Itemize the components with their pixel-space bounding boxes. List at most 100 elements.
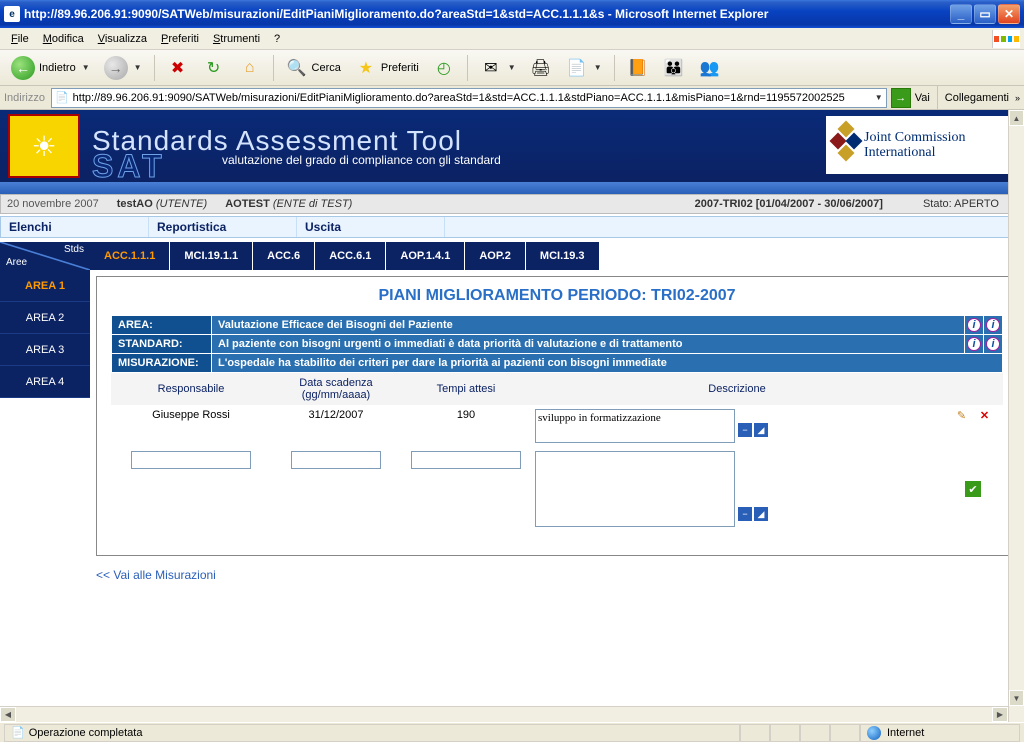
toolbar: ←Indietro▼ →▼ ✖ ↻ ⌂ 🔍Cerca ★Preferiti ◴ … bbox=[0, 50, 1024, 86]
col-scadenza: Data scadenza(gg/mm/aaaa) bbox=[271, 373, 401, 405]
vertical-scrollbar[interactable]: ▲ ▼ bbox=[1008, 110, 1024, 722]
tab-acc111[interactable]: ACC.1.1.1 bbox=[90, 242, 170, 270]
tab-aop2[interactable]: AOP.2 bbox=[465, 242, 526, 270]
jci-logo: Joint Commission International bbox=[826, 116, 1016, 174]
descrizione-textarea-new[interactable] bbox=[535, 451, 735, 527]
nav-uscita[interactable]: Uscita bbox=[297, 217, 445, 237]
textarea-minus-icon[interactable]: − bbox=[738, 423, 752, 437]
edit-icon[interactable]: ✎ bbox=[953, 409, 969, 425]
favorites-button[interactable]: ★Preferiti bbox=[350, 54, 424, 82]
ie-icon: e bbox=[4, 6, 20, 22]
textarea-resize-icon[interactable]: ◢ bbox=[754, 423, 768, 437]
main-nav: Elenchi Reportistica Uscita bbox=[0, 216, 1024, 238]
sidebar-area-1[interactable]: AREA 1 bbox=[0, 270, 90, 302]
status-text: Operazione completata bbox=[29, 727, 143, 739]
meta-area-label: AREA: bbox=[112, 316, 212, 335]
meta-area-value: Valutazione Efficace dei Bisogni del Paz… bbox=[212, 316, 965, 335]
standard-tabs: ACC.1.1.1 MCI.19.1.1 ACC.6 ACC.6.1 AOP.1… bbox=[90, 242, 1024, 270]
home-button[interactable]: ⌂ bbox=[234, 54, 266, 82]
user-role: (UTENTE) bbox=[156, 198, 207, 210]
context-date: 20 novembre 2007 bbox=[7, 198, 99, 210]
tab-acc61[interactable]: ACC.6.1 bbox=[315, 242, 386, 270]
scroll-left-icon[interactable]: ◀ bbox=[0, 707, 16, 722]
maximize-button[interactable]: ▭ bbox=[974, 4, 996, 24]
scroll-right-icon[interactable]: ▶ bbox=[992, 707, 1008, 722]
horizontal-scrollbar[interactable]: ◀ ▶ bbox=[0, 706, 1008, 722]
discuss-button[interactable]: 👪 bbox=[658, 54, 690, 82]
nav-elenchi[interactable]: Elenchi bbox=[1, 217, 149, 237]
info-icon[interactable]: i bbox=[986, 337, 1000, 351]
tab-mci1911[interactable]: MCI.19.1.1 bbox=[170, 242, 253, 270]
nav-reportistica[interactable]: Reportistica bbox=[149, 217, 297, 237]
confirm-icon[interactable]: ✔ bbox=[965, 481, 981, 497]
address-label: Indirizzo bbox=[4, 92, 45, 104]
tab-acc6[interactable]: ACC.6 bbox=[253, 242, 315, 270]
url-dropdown-icon[interactable]: ▼ bbox=[875, 93, 883, 102]
meta-standard-value: Al paziente con bisogni urgenti o immedi… bbox=[212, 335, 965, 354]
address-bar: Indirizzo 📄 http://89.96.206.91:9090/SAT… bbox=[0, 86, 1024, 110]
forward-button[interactable]: →▼ bbox=[99, 54, 147, 82]
close-button[interactable]: ✕ bbox=[998, 4, 1020, 24]
org-role: (ENTE di TEST) bbox=[273, 198, 352, 210]
edit-button[interactable]: 📄▼ bbox=[561, 54, 607, 82]
messenger-button[interactable]: 👥 bbox=[694, 54, 726, 82]
links-label[interactable]: Collegamenti bbox=[945, 92, 1009, 104]
tempi-input[interactable] bbox=[411, 451, 521, 469]
state-value: APERTO bbox=[954, 198, 999, 210]
history-button[interactable]: ◴ bbox=[428, 54, 460, 82]
go-button[interactable]: → bbox=[891, 88, 911, 108]
descrizione-textarea[interactable]: sviluppo in formatizzazione bbox=[535, 409, 735, 443]
org-code: AOTEST bbox=[225, 198, 270, 210]
research-button[interactable]: 📙 bbox=[622, 54, 654, 82]
scadenza-input[interactable] bbox=[291, 451, 381, 469]
page-viewport: ☀ Standards Assessment Tool valutazione … bbox=[0, 110, 1024, 722]
window-title: http://89.96.206.91:9090/SATWeb/misurazi… bbox=[24, 7, 950, 21]
meta-misur-label: MISURAZIONE: bbox=[112, 354, 212, 373]
status-bar: 📄 Operazione completata Internet bbox=[0, 722, 1024, 742]
info-icon[interactable]: i bbox=[986, 318, 1000, 332]
responsabile-input[interactable] bbox=[131, 451, 251, 469]
sicily-logo: ☀ bbox=[8, 114, 80, 178]
mail-button[interactable]: ✉▼ bbox=[475, 54, 521, 82]
menu-view[interactable]: Visualizza bbox=[91, 31, 154, 47]
search-button[interactable]: 🔍Cerca bbox=[281, 54, 346, 82]
table-row: −◢ ✔ bbox=[111, 447, 1003, 531]
menu-tools[interactable]: Strumenti bbox=[206, 31, 267, 47]
menu-favorites[interactable]: Preferiti bbox=[154, 31, 206, 47]
menu-help[interactable]: ? bbox=[267, 31, 287, 47]
col-tempi: Tempi attesi bbox=[401, 373, 531, 405]
sidebar-area-2[interactable]: AREA 2 bbox=[0, 302, 90, 334]
sidebar-area-4[interactable]: AREA 4 bbox=[0, 366, 90, 398]
state-label: Stato: bbox=[923, 198, 952, 210]
windows-flag-icon bbox=[992, 30, 1020, 48]
back-to-measurements-link[interactable]: << Vai alle Misurazioni bbox=[96, 568, 216, 582]
textarea-minus-icon[interactable]: − bbox=[738, 507, 752, 521]
back-button[interactable]: ←Indietro▼ bbox=[6, 54, 95, 82]
table-row: Giuseppe Rossi 31/12/2007 190 sviluppo i… bbox=[111, 405, 1003, 447]
print-button[interactable]: 🖨 bbox=[525, 54, 557, 82]
meta-table: AREA: Valutazione Efficace dei Bisogni d… bbox=[111, 315, 1003, 373]
minimize-button[interactable]: _ bbox=[950, 4, 972, 24]
page-icon: 📄 bbox=[55, 91, 69, 104]
refresh-button[interactable]: ↻ bbox=[198, 54, 230, 82]
app-header: ☀ Standards Assessment Tool valutazione … bbox=[0, 110, 1024, 182]
cell-tempi: 190 bbox=[401, 405, 531, 447]
menu-edit[interactable]: Modifica bbox=[36, 31, 91, 47]
stop-button[interactable]: ✖ bbox=[162, 54, 194, 82]
tab-aop141[interactable]: AOP.1.4.1 bbox=[386, 242, 465, 270]
scroll-down-icon[interactable]: ▼ bbox=[1009, 690, 1024, 706]
sidebar-area-3[interactable]: AREA 3 bbox=[0, 334, 90, 366]
col-responsabile: Responsabile bbox=[111, 373, 271, 405]
cell-scadenza: 31/12/2007 bbox=[271, 405, 401, 447]
menu-file[interactable]: File bbox=[4, 31, 36, 47]
tab-mci193[interactable]: MCI.19.3 bbox=[526, 242, 600, 270]
sidebar-header: Stds Aree bbox=[0, 242, 90, 270]
area-sidebar: Stds Aree AREA 1 AREA 2 AREA 3 AREA 4 bbox=[0, 242, 90, 582]
links-chevron-icon[interactable]: » bbox=[1015, 93, 1020, 103]
info-icon[interactable]: i bbox=[967, 337, 981, 351]
textarea-resize-icon[interactable]: ◢ bbox=[754, 507, 768, 521]
url-field[interactable]: 📄 http://89.96.206.91:9090/SATWeb/misura… bbox=[51, 88, 887, 108]
info-icon[interactable]: i bbox=[967, 318, 981, 332]
delete-icon[interactable]: ✕ bbox=[977, 409, 993, 425]
scroll-up-icon[interactable]: ▲ bbox=[1009, 110, 1024, 126]
